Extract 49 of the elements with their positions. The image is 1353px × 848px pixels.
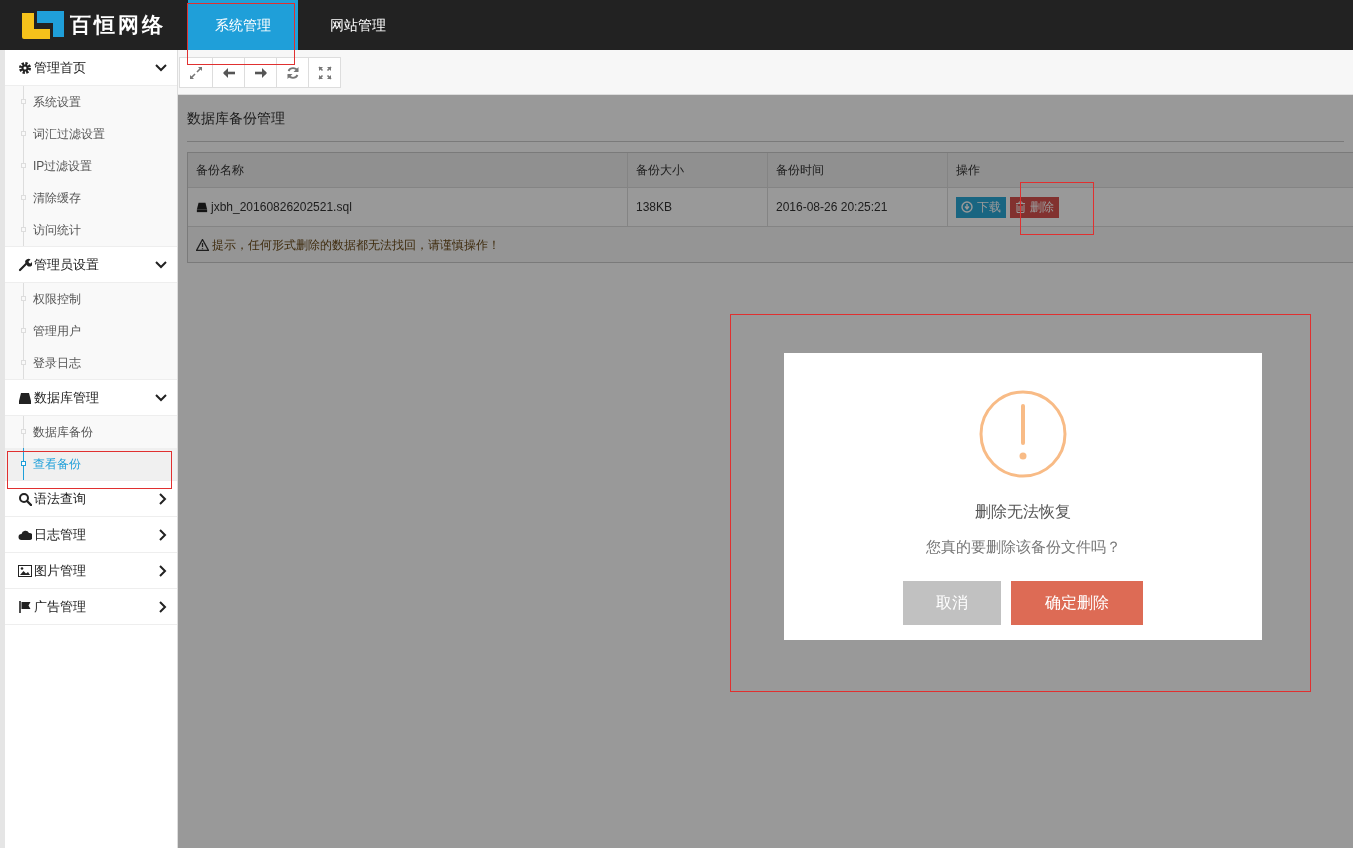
column-header: 备份时间: [768, 153, 948, 187]
warning-notice: 提示，任何形式删除的数据都无法找回，请谨慎操作！: [212, 236, 500, 254]
chevron-down-icon: [155, 63, 167, 72]
menu-item[interactable]: 登录日志: [5, 347, 177, 379]
fullscreen-icon: [317, 65, 332, 80]
chevron-down-icon: [155, 260, 167, 269]
chevron-right-icon: [159, 492, 167, 505]
refresh-icon: [285, 65, 300, 80]
file-name: jxbh_20160826202521.sql: [211, 199, 352, 216]
drive-icon: [196, 201, 208, 213]
table-cell: 2016-08-26 20:25:21: [768, 188, 948, 226]
drive-icon: [18, 390, 32, 405]
image-icon: [18, 563, 32, 578]
download-icon: [961, 201, 973, 213]
warning-icon: [196, 238, 209, 251]
column-header: 备份大小: [628, 153, 768, 187]
menu-group[interactable]: 日志管理: [5, 517, 177, 553]
logo-icon: [22, 11, 64, 39]
column-header: 备份名称: [188, 153, 628, 187]
chevron-right-icon: [159, 528, 167, 541]
menu-item[interactable]: 清除缓存: [5, 182, 177, 214]
menu-item[interactable]: 词汇过滤设置: [5, 118, 177, 150]
dialog-title: 删除无法恢复: [975, 502, 1071, 522]
menu-group[interactable]: 语法查询: [5, 481, 177, 517]
nav-tab[interactable]: 网站管理: [298, 0, 418, 50]
menu-item[interactable]: IP过滤设置: [5, 150, 177, 182]
expand-arrows-icon: [189, 65, 203, 80]
flag-icon: [18, 599, 32, 614]
menu-group[interactable]: 广告管理: [5, 589, 177, 625]
menu-item[interactable]: 数据库备份: [5, 416, 177, 448]
menu-item[interactable]: 管理用户: [5, 315, 177, 347]
menu-group[interactable]: 图片管理: [5, 553, 177, 589]
table-cell: 138KB: [628, 188, 768, 226]
menu-item[interactable]: 权限控制: [5, 283, 177, 315]
column-header: 操作: [955, 162, 981, 179]
chevron-right-icon: [159, 600, 167, 613]
panel-title: 数据库备份管理: [187, 95, 1344, 142]
exclamation-icon: [979, 390, 1067, 478]
wrench-icon: [18, 257, 32, 272]
trash-icon: [1015, 201, 1026, 213]
gear-icon: [18, 60, 32, 75]
menu-item[interactable]: 系统设置: [5, 86, 177, 118]
chevron-right-icon: [159, 564, 167, 577]
search-icon: [18, 491, 32, 506]
chevron-down-icon: [155, 393, 167, 402]
dialog-message: 您真的要删除该备份文件吗？: [925, 537, 1121, 557]
arrow-right-icon: [253, 65, 268, 80]
logo-text: 百恒网络: [70, 11, 166, 40]
menu-item[interactable]: 访问统计: [5, 214, 177, 246]
